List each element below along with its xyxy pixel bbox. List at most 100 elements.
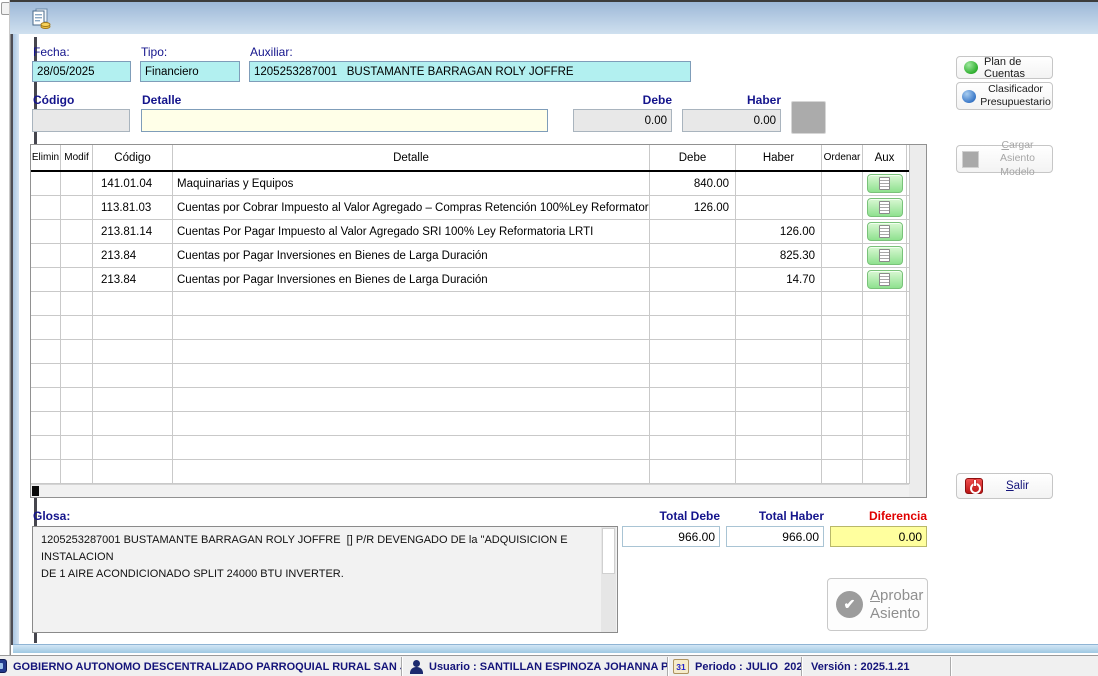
cell-haber xyxy=(736,340,822,363)
debe-input[interactable]: 0.00 xyxy=(573,109,672,132)
cell-aux xyxy=(863,268,907,291)
cell-codigo xyxy=(93,364,173,387)
cargar-asiento-modelo-button[interactable]: Cargar Asiento Modelo xyxy=(956,145,1053,173)
document-icon xyxy=(879,177,890,190)
fecha-input[interactable]: 28/05/2025 xyxy=(32,61,131,82)
status-period: 31 Periodo : JULIO 2025 xyxy=(669,657,802,676)
add-entry-button[interactable] xyxy=(791,101,826,134)
cell-elimin xyxy=(31,292,61,315)
table-row-empty xyxy=(31,316,926,340)
table-header-row: Elimin Modif Código Detalle Debe Haber O… xyxy=(31,145,926,172)
table-row[interactable]: 213.81.14Cuentas Por Pagar Impuesto al V… xyxy=(31,220,926,244)
hscroll-thumb[interactable] xyxy=(32,486,39,496)
cell-debe xyxy=(650,436,736,459)
header-detalle: Detalle xyxy=(173,145,650,170)
cell-codigo: 213.84 xyxy=(93,244,173,267)
window-left-edge xyxy=(13,34,19,645)
total-haber-value: 966.00 xyxy=(726,526,824,547)
monitor-icon xyxy=(0,659,7,673)
horizontal-scrollbar[interactable] xyxy=(31,484,909,497)
cell-haber xyxy=(736,364,822,387)
window-titlebar xyxy=(10,0,1098,34)
cell-elimin xyxy=(31,316,61,339)
table-row[interactable]: 141.01.04Maquinarias y Equipos840.00 xyxy=(31,172,926,196)
cell-haber xyxy=(736,316,822,339)
auxiliar-label: Auxiliar: xyxy=(250,45,293,59)
cell-detalle: Cuentas por Cobrar Impuesto al Valor Agr… xyxy=(173,196,650,219)
cell-elimin xyxy=(31,244,61,267)
grid-body: 141.01.04Maquinarias y Equipos840.00113.… xyxy=(31,172,926,484)
scrollbar-corner xyxy=(909,484,926,497)
table-row[interactable]: 213.84Cuentas por Pagar Inversiones en B… xyxy=(31,268,926,292)
cell-modif xyxy=(61,292,93,315)
cell-detalle xyxy=(173,412,650,435)
table-row[interactable]: 113.81.03Cuentas por Cobrar Impuesto al … xyxy=(31,196,926,220)
glosa-label: Glosa: xyxy=(33,509,70,523)
cell-detalle: Cuentas por Pagar Inversiones en Bienes … xyxy=(173,244,650,267)
cell-ordenar xyxy=(822,196,863,219)
glosa-scrollbar-thumb[interactable] xyxy=(602,528,615,574)
table-row-empty xyxy=(31,292,926,316)
auxiliar-input[interactable]: 1205253287001 BUSTAMANTE BARRAGAN ROLY J… xyxy=(249,61,691,82)
cell-ordenar xyxy=(822,460,863,483)
aux-button[interactable] xyxy=(867,246,903,265)
cell-codigo xyxy=(93,460,173,483)
cell-modif xyxy=(61,220,93,243)
cell-debe xyxy=(650,412,736,435)
document-copy-icon[interactable] xyxy=(30,8,52,34)
cell-codigo: 213.84 xyxy=(93,268,173,291)
gray-square-icon xyxy=(962,151,979,168)
cell-modif xyxy=(61,340,93,363)
salir-button[interactable]: Salir xyxy=(956,473,1053,499)
cell-haber: 126.00 xyxy=(736,220,822,243)
cell-ordenar xyxy=(822,388,863,411)
document-icon xyxy=(879,273,890,286)
aux-button[interactable] xyxy=(867,174,903,193)
cell-ordenar xyxy=(822,436,863,459)
clasificador-presupuestario-button[interactable]: Clasificador Presupuestario xyxy=(956,82,1053,110)
cell-debe xyxy=(650,244,736,267)
cell-elimin xyxy=(31,340,61,363)
cell-aux xyxy=(863,388,907,411)
status-version: Versión : 2025.1.21 xyxy=(803,657,951,676)
cell-codigo xyxy=(93,412,173,435)
codigo-input[interactable] xyxy=(32,109,130,132)
cell-codigo xyxy=(93,316,173,339)
status-entity: GOBIERNO AUTONOMO DESCENTRALIZADO PARROQ… xyxy=(0,657,402,676)
cell-codigo xyxy=(93,436,173,459)
cell-aux xyxy=(863,436,907,459)
cell-elimin xyxy=(31,172,61,195)
aux-button[interactable] xyxy=(867,270,903,289)
entries-table: Elimin Modif Código Detalle Debe Haber O… xyxy=(30,144,927,498)
plan-de-cuentas-button[interactable]: Plan de Cuentas xyxy=(956,56,1053,79)
total-haber-label: Total Haber xyxy=(726,509,824,523)
cell-haber xyxy=(736,436,822,459)
total-debe-label: Total Debe xyxy=(622,509,720,523)
tipo-input[interactable]: Financiero xyxy=(140,61,240,82)
green-sphere-icon xyxy=(964,61,978,74)
cell-debe xyxy=(650,340,736,363)
cell-elimin xyxy=(31,268,61,291)
cell-codigo: 141.01.04 xyxy=(93,172,173,195)
vertical-scrollbar[interactable] xyxy=(909,145,926,484)
aux-button[interactable] xyxy=(867,222,903,241)
diferencia-label: Diferencia xyxy=(830,509,927,523)
cell-codigo xyxy=(93,388,173,411)
cell-haber: 14.70 xyxy=(736,268,822,291)
cell-detalle xyxy=(173,364,650,387)
cargar-asiento-label: Cargar Asiento Modelo xyxy=(983,139,1052,178)
cell-elimin xyxy=(31,436,61,459)
cell-codigo: 113.81.03 xyxy=(93,196,173,219)
aprobar-asiento-button[interactable]: Aprobar Asiento xyxy=(827,578,928,631)
haber-input[interactable]: 0.00 xyxy=(682,109,781,132)
table-row[interactable]: 213.84Cuentas por Pagar Inversiones en B… xyxy=(31,244,926,268)
cell-ordenar xyxy=(822,316,863,339)
cell-modif xyxy=(61,196,93,219)
document-icon xyxy=(879,249,890,262)
power-icon xyxy=(965,478,983,494)
detalle-input[interactable] xyxy=(141,109,548,132)
aprobar-asiento-label: Aprobar Asiento xyxy=(870,587,923,622)
aux-button[interactable] xyxy=(867,198,903,217)
glosa-textarea[interactable]: 1205253287001 BUSTAMANTE BARRAGAN ROLY J… xyxy=(32,526,618,633)
detalle-label: Detalle xyxy=(142,93,181,107)
